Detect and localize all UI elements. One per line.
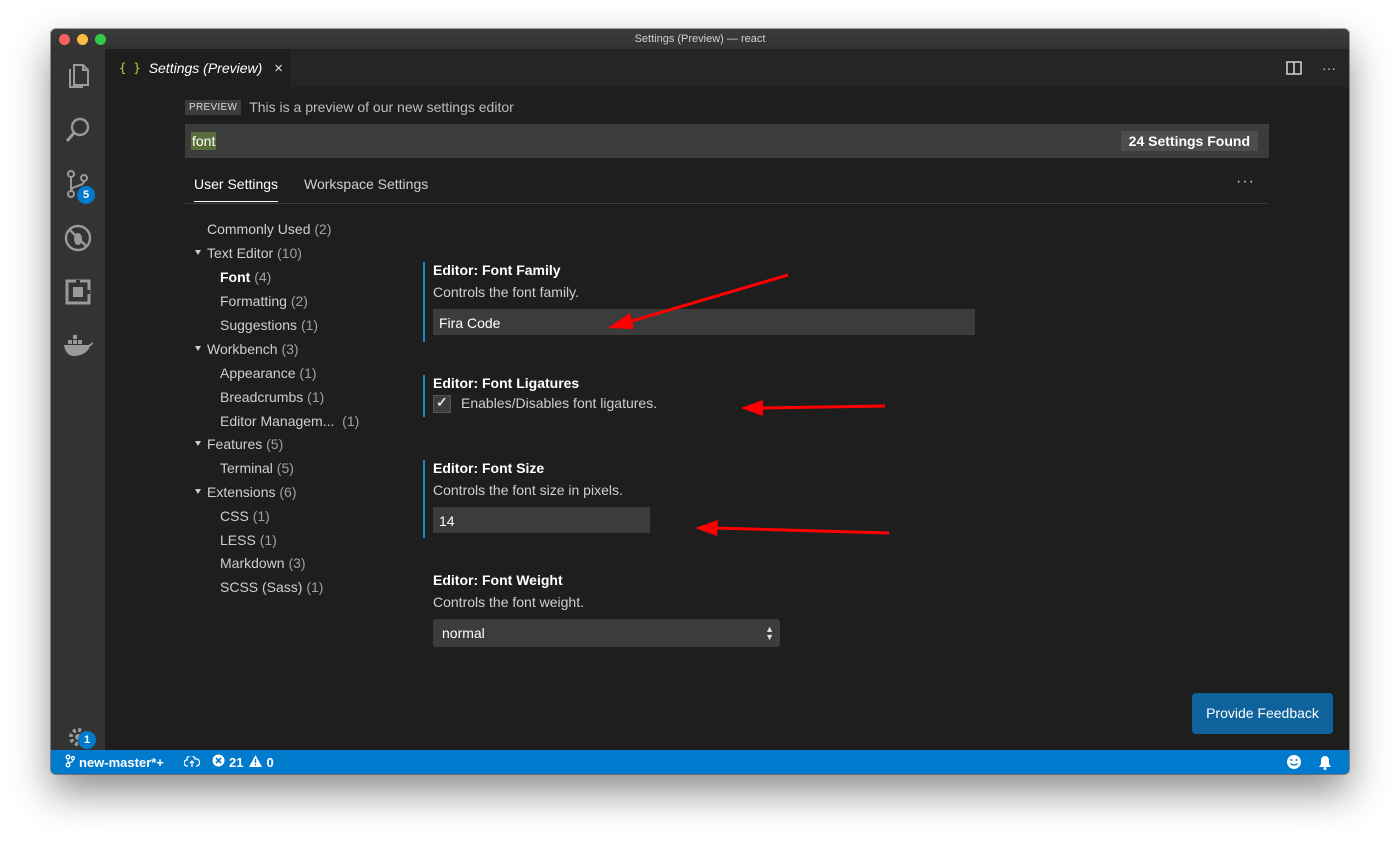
source-control-icon[interactable]: 5: [51, 159, 105, 209]
warning-count: 0: [266, 754, 274, 770]
warning-icon: [249, 754, 263, 770]
debug-icon[interactable]: [51, 213, 105, 263]
activity-bar: 5 1: [51, 49, 105, 750]
minimize-window-button[interactable]: [77, 34, 88, 45]
split-editor-icon[interactable]: [1284, 58, 1304, 78]
setting-description: Controls the font weight.: [433, 594, 584, 610]
font-weight-value: normal: [442, 625, 485, 641]
title-bar: Settings (Preview) — react: [51, 29, 1349, 49]
setting-title: Editor: Font Size: [433, 460, 545, 476]
smiley-feedback-icon[interactable]: [1286, 750, 1302, 774]
toc-item-breadcrumbs[interactable]: Breadcrumbs (1): [220, 389, 324, 405]
toc-item-formatting[interactable]: Formatting (2): [220, 293, 308, 309]
sync-icon[interactable]: [184, 750, 200, 774]
extensions-icon[interactable]: [51, 267, 105, 317]
ligatures-row: ✓ Enables/Disables font ligatures.: [433, 394, 993, 414]
tab-bar: { } Settings (Preview) × ···: [105, 49, 1349, 87]
font-weight-select[interactable]: normal ▲ ▼: [433, 619, 780, 647]
branch-status[interactable]: new-master*+: [65, 750, 164, 774]
toc-item-features[interactable]: Features (5): [195, 436, 283, 452]
setting-description: Enables/Disables font ligatures.: [461, 395, 658, 411]
toc-item-terminal[interactable]: Terminal (5): [220, 460, 294, 476]
toc-item-appearance[interactable]: Appearance (1): [220, 365, 317, 381]
modified-indicator: [423, 460, 425, 538]
tab-user-settings[interactable]: User Settings: [194, 176, 279, 202]
notifications-bell-icon[interactable]: [1318, 750, 1332, 774]
toc-item-font[interactable]: Font (4): [220, 269, 271, 285]
font-size-input[interactable]: 14: [433, 507, 650, 533]
settings-editor: PREVIEW This is a preview of our new set…: [105, 87, 1349, 750]
window-title: Settings (Preview) — react: [634, 33, 766, 45]
close-icon[interactable]: ×: [274, 60, 283, 77]
preview-tag: PREVIEW: [185, 99, 242, 115]
git-branch-icon: [65, 754, 76, 771]
toc-item-scss[interactable]: SCSS (Sass) (1): [220, 579, 323, 595]
toc-item-text-editor[interactable]: Text Editor (10): [195, 245, 302, 261]
search-input[interactable]: font 24 Settings Found: [185, 124, 1269, 158]
toc-item-markdown[interactable]: Markdown (3): [220, 555, 306, 571]
error-icon: [212, 754, 225, 770]
settings-more-icon[interactable]: ···: [1236, 173, 1255, 191]
vscode-window: Settings (Preview) — react 5 1 { } Setti…: [51, 29, 1349, 774]
more-actions-icon[interactable]: ···: [1319, 58, 1339, 78]
setting-font-ligatures: Editor: Font Ligatures ✓ Enables/Disables…: [423, 375, 993, 417]
tab-workspace-settings[interactable]: Workspace Settings: [304, 176, 428, 201]
docker-icon[interactable]: [51, 321, 105, 371]
toc-item-less[interactable]: LESS (1): [220, 532, 277, 548]
settings-count-badge: 24 Settings Found: [1120, 131, 1258, 151]
select-arrows-icon: ▲ ▼: [765, 624, 774, 642]
tab-title: Settings (Preview): [148, 60, 263, 76]
preview-text: This is a preview of our new settings ed…: [249, 99, 514, 115]
setting-font-weight: Editor: Font Weight Controls the font we…: [433, 572, 993, 647]
settings-scope-tabs: User Settings Workspace Settings ···: [185, 173, 1267, 204]
setting-description: Controls the font size in pixels.: [433, 482, 623, 498]
annotation-arrow: [741, 400, 886, 416]
problems-status[interactable]: 21 0: [212, 750, 274, 774]
status-bar: new-master*+ 21 0: [51, 750, 1349, 774]
font-ligatures-checkbox[interactable]: ✓: [433, 394, 451, 414]
modified-indicator: [423, 375, 425, 417]
setting-title: Editor: Font Ligatures: [433, 375, 580, 391]
expand-triangle-icon: [195, 250, 201, 255]
toc-item-css[interactable]: CSS (1): [220, 508, 270, 524]
search-value: font: [191, 132, 217, 150]
json-file-icon: { }: [119, 61, 141, 75]
files-icon[interactable]: [51, 51, 105, 101]
toc-item-extensions[interactable]: Extensions (6): [195, 484, 297, 500]
setting-title: Editor: Font Weight: [433, 572, 563, 588]
annotation-arrow: [695, 520, 890, 536]
close-window-button[interactable]: [59, 34, 70, 45]
search-icon[interactable]: [51, 105, 105, 155]
modified-indicator: [423, 262, 425, 342]
expand-triangle-icon: [195, 441, 201, 446]
expand-triangle-icon: [195, 489, 201, 494]
expand-triangle-icon: [195, 346, 201, 351]
toc-item-commonly-used[interactable]: Commonly Used (2): [207, 221, 332, 237]
settings-badge: 1: [78, 731, 96, 749]
toc-item-editor-management[interactable]: Editor Managem... (1): [220, 413, 359, 429]
toc-item-workbench[interactable]: Workbench (3): [195, 341, 299, 357]
checkmark-icon: ✓: [436, 394, 448, 411]
toc-item-suggestions[interactable]: Suggestions (1): [220, 317, 318, 333]
preview-banner: PREVIEW This is a preview of our new set…: [185, 99, 514, 115]
gear-icon[interactable]: 1: [51, 727, 105, 749]
source-control-badge: 5: [77, 186, 95, 204]
annotation-arrow: [608, 273, 789, 329]
error-count: 21: [229, 754, 244, 770]
tab-settings-preview[interactable]: { } Settings (Preview) ×: [105, 49, 291, 87]
branch-name: new-master*+: [79, 754, 164, 770]
provide-feedback-button[interactable]: Provide Feedback: [1192, 693, 1333, 734]
maximize-window-button[interactable]: [95, 34, 106, 45]
